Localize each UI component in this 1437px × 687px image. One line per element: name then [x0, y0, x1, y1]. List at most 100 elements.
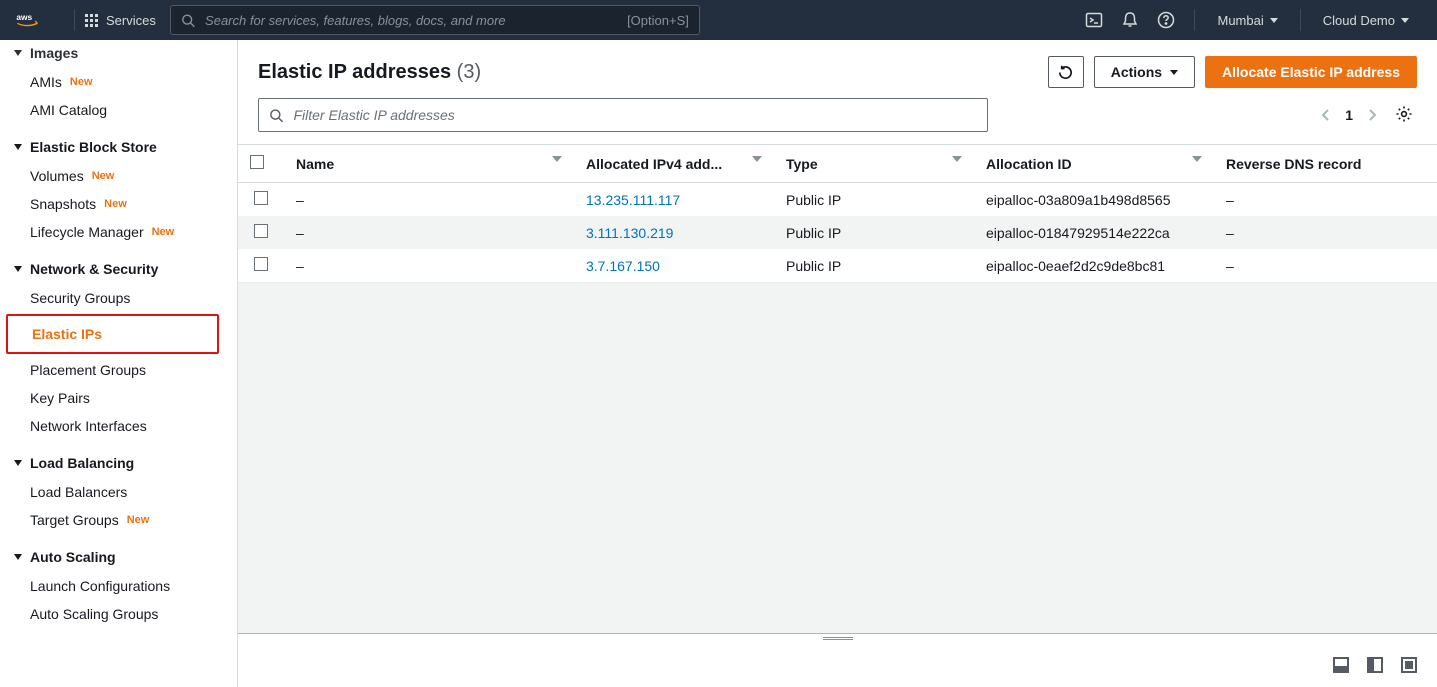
divider [1194, 9, 1195, 31]
sidebar-item-volumes[interactable]: Volumes New [30, 162, 237, 190]
paginator: 1 [1321, 101, 1417, 130]
split-handle[interactable] [238, 633, 1437, 643]
sidebar-item-ami-catalog[interactable]: AMI Catalog [30, 96, 237, 124]
panel-bottom-icon[interactable] [1333, 657, 1349, 673]
sidebar-group-network-security[interactable]: Network & Security [0, 254, 237, 284]
sidebar-item-auto-scaling-groups[interactable]: Auto Scaling Groups [30, 600, 237, 628]
global-search[interactable]: [Option+S] [170, 5, 700, 35]
sidebar-item-amis[interactable]: AMIs New [30, 68, 237, 96]
sidebar-item-label: AMIs [30, 74, 62, 90]
panel-full-icon[interactable] [1401, 657, 1417, 673]
sidebar-item-label: Placement Groups [30, 362, 146, 378]
col-label: Type [786, 156, 818, 172]
new-badge: New [152, 226, 175, 238]
cell-allocation-id: eipalloc-03a809a1b498d8565 [974, 183, 1214, 217]
cell-ipv4-link[interactable]: 3.111.130.219 [586, 225, 673, 241]
col-name[interactable]: Name [284, 145, 574, 183]
gear-icon [1395, 105, 1413, 123]
col-label: Allocated IPv4 add... [586, 156, 722, 172]
col-type[interactable]: Type [774, 145, 974, 183]
row-checkbox[interactable] [254, 224, 268, 238]
sidebar-item-label: Launch Configurations [30, 578, 170, 594]
cloudshell-icon[interactable] [1076, 0, 1112, 40]
allocate-button[interactable]: Allocate Elastic IP address [1205, 56, 1417, 88]
table-row[interactable]: – 13.235.111.117 Public IP eipalloc-03a8… [238, 183, 1437, 217]
filter-input[interactable] [293, 107, 977, 123]
sidebar-item-target-groups[interactable]: Target GroupsNew [30, 506, 237, 534]
sidebar-item-label: Snapshots [30, 196, 96, 212]
next-page-button[interactable] [1367, 108, 1377, 122]
col-checkbox [238, 145, 284, 183]
global-nav: aws Services [Option+S] Mumbai Cloud Dem… [0, 0, 1437, 40]
table-row[interactable]: – 3.111.130.219 Public IP eipalloc-01847… [238, 216, 1437, 249]
sidebar-item-key-pairs[interactable]: Key Pairs [0, 384, 237, 412]
new-badge: New [70, 76, 93, 88]
chevron-down-icon [14, 144, 22, 150]
cell-rdns: – [1214, 249, 1437, 282]
new-badge: New [104, 198, 127, 210]
notifications-icon[interactable] [1112, 0, 1148, 40]
region-label: Mumbai [1217, 13, 1263, 28]
row-checkbox[interactable] [254, 191, 268, 205]
row-checkbox[interactable] [254, 257, 268, 271]
refresh-button[interactable] [1048, 56, 1084, 88]
help-icon[interactable] [1148, 0, 1184, 40]
page-number: 1 [1345, 107, 1353, 123]
sidebar-item-lifecycle-manager[interactable]: Lifecycle Manager New [30, 218, 237, 246]
sidebar-group-auto-scaling[interactable]: Auto Scaling [0, 542, 237, 572]
sort-icon [552, 156, 562, 162]
sidebar-item-label: Load Balancers [30, 484, 127, 500]
sidebar-item-label: Target Groups [30, 512, 119, 528]
chevron-down-icon [14, 50, 22, 56]
sidebar-group-images[interactable]: Images [0, 40, 237, 68]
allocate-label: Allocate Elastic IP address [1222, 64, 1400, 80]
col-label: Allocation ID [986, 156, 1072, 172]
new-badge: New [92, 170, 115, 182]
sidebar-group-ebs[interactable]: Elastic Block Store [0, 132, 237, 162]
panel-side-icon[interactable] [1367, 657, 1383, 673]
eip-table: Name Allocated IPv4 add... Type Allocati… [238, 144, 1437, 282]
sidebar-item-label: Key Pairs [30, 390, 90, 406]
cell-allocation-id: eipalloc-01847929514e222ca [974, 216, 1214, 249]
sidebar-item-label: AMI Catalog [30, 102, 107, 118]
filter-input-wrap[interactable] [258, 98, 988, 132]
sidebar-item-security-groups[interactable]: Security Groups [0, 284, 237, 312]
col-allocation-id[interactable]: Allocation ID [974, 145, 1214, 183]
sidebar-group-load-balancing[interactable]: Load Balancing [0, 448, 237, 478]
sidebar: Images AMIs New AMI Catalog Elastic Block… [0, 40, 238, 687]
account-menu[interactable]: Cloud Demo [1311, 13, 1421, 28]
sidebar-item-network-interfaces[interactable]: Network Interfaces [0, 412, 237, 440]
sidebar-group-title: Network & Security [30, 261, 158, 277]
sort-icon [752, 156, 762, 162]
sidebar-item-label: Auto Scaling Groups [30, 606, 158, 622]
refresh-icon [1057, 64, 1074, 81]
prev-page-button[interactable] [1321, 108, 1331, 122]
col-label: Reverse DNS record [1226, 156, 1361, 172]
actions-button[interactable]: Actions [1094, 56, 1195, 88]
settings-button[interactable] [1391, 101, 1417, 130]
col-ipv4[interactable]: Allocated IPv4 add... [574, 145, 774, 183]
sidebar-item-load-balancers[interactable]: Load Balancers [30, 478, 237, 506]
sidebar-item-launch-configurations[interactable]: Launch Configurations [30, 572, 237, 600]
cell-ipv4-link[interactable]: 13.235.111.117 [586, 192, 680, 208]
sidebar-item-snapshots[interactable]: Snapshots New [30, 190, 237, 218]
sidebar-item-placement-groups[interactable]: Placement Groups [0, 356, 237, 384]
region-selector[interactable]: Mumbai [1205, 13, 1289, 28]
empty-area [238, 282, 1437, 633]
select-all-checkbox[interactable] [250, 155, 264, 169]
cell-ipv4-link[interactable]: 3.7.167.150 [586, 258, 660, 274]
services-label: Services [106, 13, 156, 28]
aws-logo[interactable]: aws [16, 10, 50, 30]
search-input[interactable] [205, 13, 627, 28]
table-row[interactable]: – 3.7.167.150 Public IP eipalloc-0eaef2d… [238, 249, 1437, 282]
cell-name: – [284, 216, 574, 249]
cell-rdns: – [1214, 216, 1437, 249]
services-menu[interactable]: Services [85, 13, 156, 28]
sidebar-item-label: Elastic IPs [32, 326, 102, 342]
sidebar-item-label: Volumes [30, 168, 84, 184]
chevron-down-icon [14, 266, 22, 272]
sidebar-item-elastic-ips[interactable]: Elastic IPs [8, 320, 217, 348]
col-reverse-dns[interactable]: Reverse DNS record [1214, 145, 1437, 183]
sidebar-item-label: Lifecycle Manager [30, 224, 144, 240]
chevron-down-icon [14, 554, 22, 560]
